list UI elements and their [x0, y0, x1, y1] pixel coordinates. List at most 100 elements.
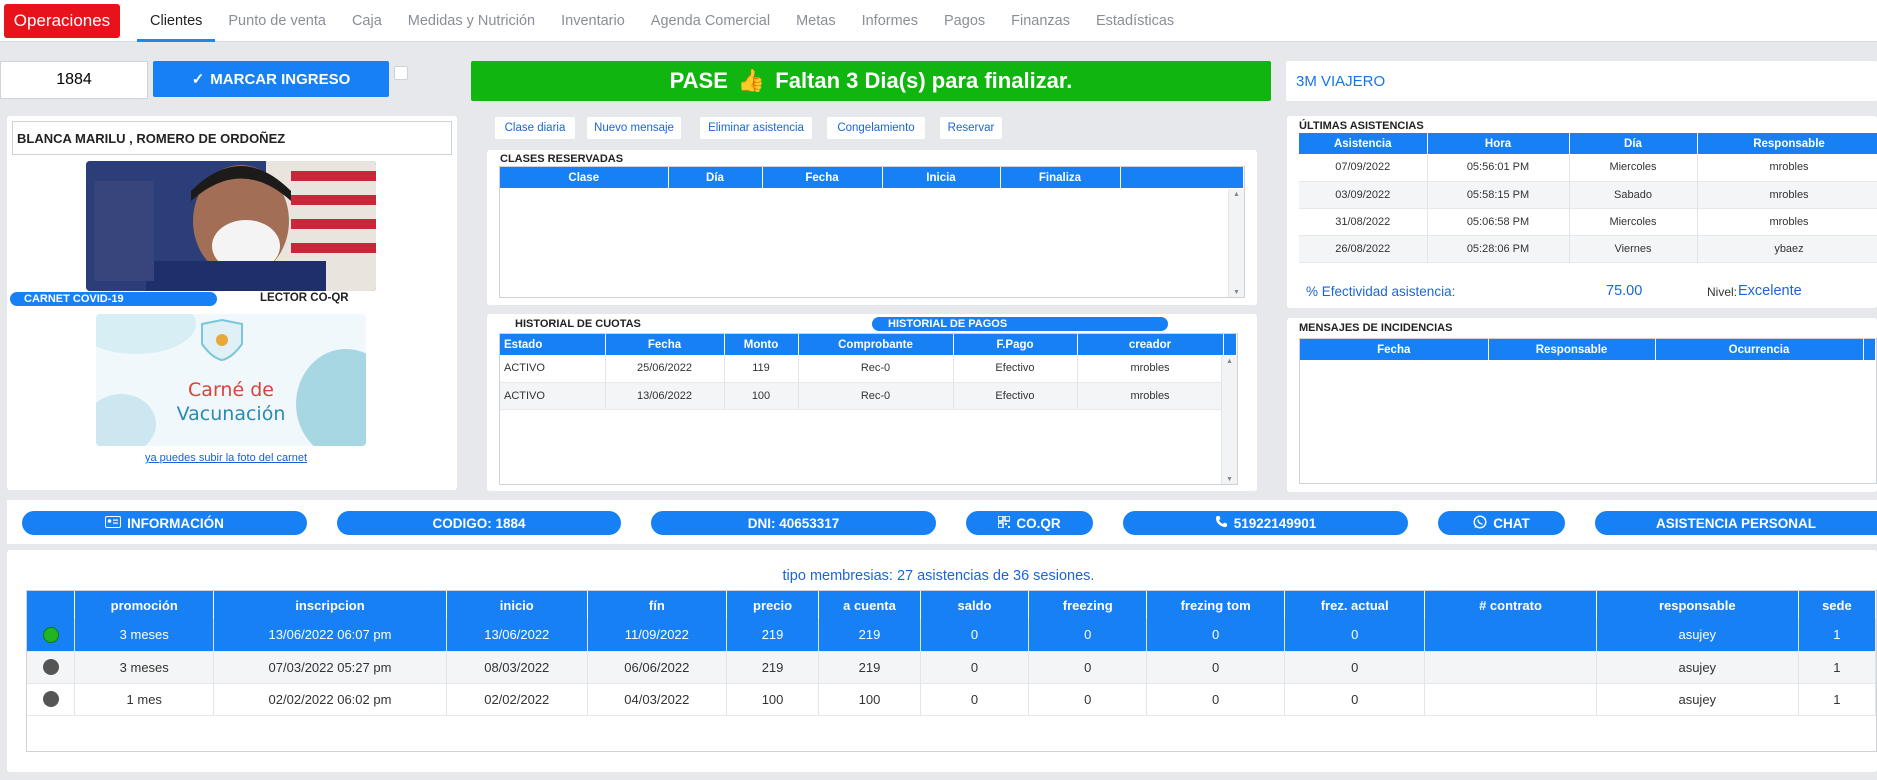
cell-comprobante: Rec-0 [798, 355, 954, 383]
cell-inscripcion: 13/06/2022 06:07 pm [213, 619, 447, 652]
memberships-table: promoción inscripcion inicio fín precio … [26, 590, 1877, 752]
cell-promocion: 1 mes [74, 683, 215, 716]
history-scrollbar[interactable]: ▲ ▼ [1221, 356, 1237, 484]
memberships-summary: tipo membresias: 27 asistencias de 36 se… [782, 568, 1095, 584]
attendance-effectiveness-label: % Efectividad asistencia: [1306, 284, 1456, 299]
col-sede: sede [1798, 591, 1876, 619]
table-row[interactable]: 3 meses 07/03/2022 05:27 pm 08/03/2022 0… [27, 651, 1876, 684]
cell-precio: 219 [726, 651, 820, 684]
table-row[interactable]: 07/09/2022 05:56:01 PM Miercoles mrobles [1299, 154, 1877, 182]
incidents-title: MENSAJES DE INCIDENCIAS [1299, 322, 1453, 334]
col-precio: precio [726, 591, 820, 619]
history-payments-tab[interactable]: HISTORIAL DE PAGOS [872, 317, 1168, 331]
table-row[interactable]: ACTIVO 25/06/2022 119 Rec-0 Efectivo mro… [500, 355, 1237, 383]
cell-estado: ACTIVO [500, 382, 606, 410]
tab-metas[interactable]: Metas [783, 0, 849, 42]
tab-estadisticas[interactable]: Estadísticas [1083, 0, 1187, 42]
cell-creador: mrobles [1077, 355, 1224, 383]
table-row[interactable]: 1 mes 02/02/2022 06:02 pm 02/02/2022 04/… [27, 683, 1876, 716]
tab-inventario[interactable]: Inventario [548, 0, 638, 42]
tab-punto-de-venta[interactable]: Punto de venta [215, 0, 339, 42]
client-name-field: BLANCA MARILU , ROMERO DE ORDOÑEZ [12, 121, 452, 155]
client-code-input[interactable] [0, 61, 148, 99]
cell-responsable: asujey [1596, 683, 1799, 716]
table-row[interactable]: ACTIVO 13/06/2022 100 Rec-0 Efectivo mro… [500, 382, 1237, 410]
delete-attendance-button[interactable]: Eliminar asistencia [700, 117, 812, 139]
cell-sede: 1 [1798, 651, 1876, 684]
scroll-down-icon[interactable]: ▼ [1233, 289, 1240, 296]
client-code-pill[interactable]: CODIGO: 1884 [337, 511, 621, 535]
col-a-cuenta: a cuenta [818, 591, 921, 619]
level-value: Excelente [1738, 283, 1802, 299]
vaccination-card-placeholder: Carné de Vacunación [96, 314, 366, 446]
cell-asistencia: 31/08/2022 [1299, 208, 1428, 236]
mark-entry-button[interactable]: ✓ MARCAR INGRESO [153, 61, 389, 97]
reserved-scrollbar[interactable]: ▲ ▼ [1228, 189, 1244, 297]
cell-hora: 05:28:06 PM [1427, 235, 1570, 263]
dni-pill[interactable]: DNI: 40653317 [651, 511, 936, 535]
active-status-icon [42, 627, 59, 644]
cell-saldo: 0 [920, 683, 1030, 716]
chat-button[interactable]: CHAT [1438, 511, 1565, 535]
daily-class-button[interactable]: Clase diaria [495, 117, 575, 139]
cell-precio: 219 [726, 619, 820, 652]
col-frezing-tom: frezing tom [1146, 591, 1286, 619]
incidents-table: Fecha Responsable Ocurrencia [1299, 338, 1877, 484]
level-label: Nivel: [1707, 285, 1738, 299]
covid-card-label: CARNET COVID-19 [10, 292, 217, 306]
col-responsable: responsable [1596, 591, 1799, 619]
personal-attendance-button[interactable]: ASISTENCIA PERSONAL [1595, 511, 1877, 535]
table-row[interactable]: 03/09/2022 05:58:15 PM Sabado mrobles [1299, 181, 1877, 209]
cell-frez-actual: 0 [1284, 651, 1426, 684]
col-fecha: Fecha [605, 334, 725, 355]
cell-frezing-tom: 0 [1146, 683, 1286, 716]
qr-button[interactable]: CO.QR [966, 511, 1093, 535]
tab-finanzas[interactable]: Finanzas [998, 0, 1083, 42]
history-quotas-tab[interactable]: HISTORIAL DE CUOTAS [515, 318, 641, 330]
table-row[interactable]: 26/08/2022 05:28:06 PM Viernes ybaez [1299, 235, 1877, 263]
vaccine-title-line1: Carné de [188, 379, 274, 401]
scroll-up-icon[interactable]: ▲ [1233, 191, 1240, 198]
new-message-button[interactable]: Nuevo mensaje [587, 117, 681, 139]
tab-caja[interactable]: Caja [339, 0, 395, 42]
reserve-button[interactable]: Reservar [940, 117, 1002, 139]
entry-checkbox[interactable] [394, 66, 408, 80]
mark-entry-label: MARCAR INGRESO [210, 70, 351, 88]
col-asistencia: Asistencia [1299, 133, 1428, 154]
cell-comprobante: Rec-0 [798, 382, 954, 410]
information-button[interactable]: INFORMACIÓN [22, 511, 307, 535]
phone-button[interactable]: 51922149901 [1123, 511, 1408, 535]
col-clase: Clase [500, 167, 669, 188]
cell-hora: 05:06:58 PM [1427, 208, 1570, 236]
tab-agenda-comercial[interactable]: Agenda Comercial [638, 0, 783, 42]
col-responsable: Responsable [1488, 339, 1656, 360]
col-blank [1120, 167, 1244, 188]
col-finaliza: Finaliza [1000, 167, 1121, 188]
col-estado: Estado [500, 334, 606, 355]
cell-freezing: 0 [1028, 619, 1148, 652]
cell-asistencia: 07/09/2022 [1299, 154, 1428, 182]
table-row[interactable]: 31/08/2022 05:06:58 PM Miercoles mrobles [1299, 208, 1877, 236]
cell-precio: 100 [726, 683, 820, 716]
tab-clientes[interactable]: Clientes [137, 0, 216, 42]
tab-pagos[interactable]: Pagos [931, 0, 998, 42]
tab-informes[interactable]: Informes [849, 0, 931, 42]
scroll-up-icon[interactable]: ▲ [1226, 358, 1233, 365]
cell-contrato [1424, 651, 1597, 684]
pass-remaining-text: Faltan 3 Dia(s) para finalizar. [775, 68, 1073, 93]
tab-medidas-nutricion[interactable]: Medidas y Nutrición [395, 0, 548, 42]
cell-responsable: mrobles [1697, 181, 1877, 209]
freeze-button[interactable]: Congelamiento [827, 117, 925, 139]
cell-dia: Miercoles [1569, 154, 1698, 182]
last-attendances-title: ÚLTIMAS ASISTENCIAS [1299, 120, 1424, 132]
col-status [27, 591, 76, 619]
brand-button[interactable]: Operaciones [4, 4, 120, 38]
col-dia: Día [1569, 133, 1698, 154]
upload-card-photo-link[interactable]: ya puedes subir la foto del carnet [145, 452, 307, 464]
cell-frezing-tom: 0 [1146, 619, 1286, 652]
col-responsable: Responsable [1697, 133, 1877, 154]
table-row[interactable]: 3 meses 13/06/2022 06:07 pm 13/06/2022 1… [27, 619, 1876, 652]
cell-dia: Viernes [1569, 235, 1698, 263]
scroll-down-icon[interactable]: ▼ [1226, 476, 1233, 483]
whatsapp-icon [1473, 514, 1487, 532]
